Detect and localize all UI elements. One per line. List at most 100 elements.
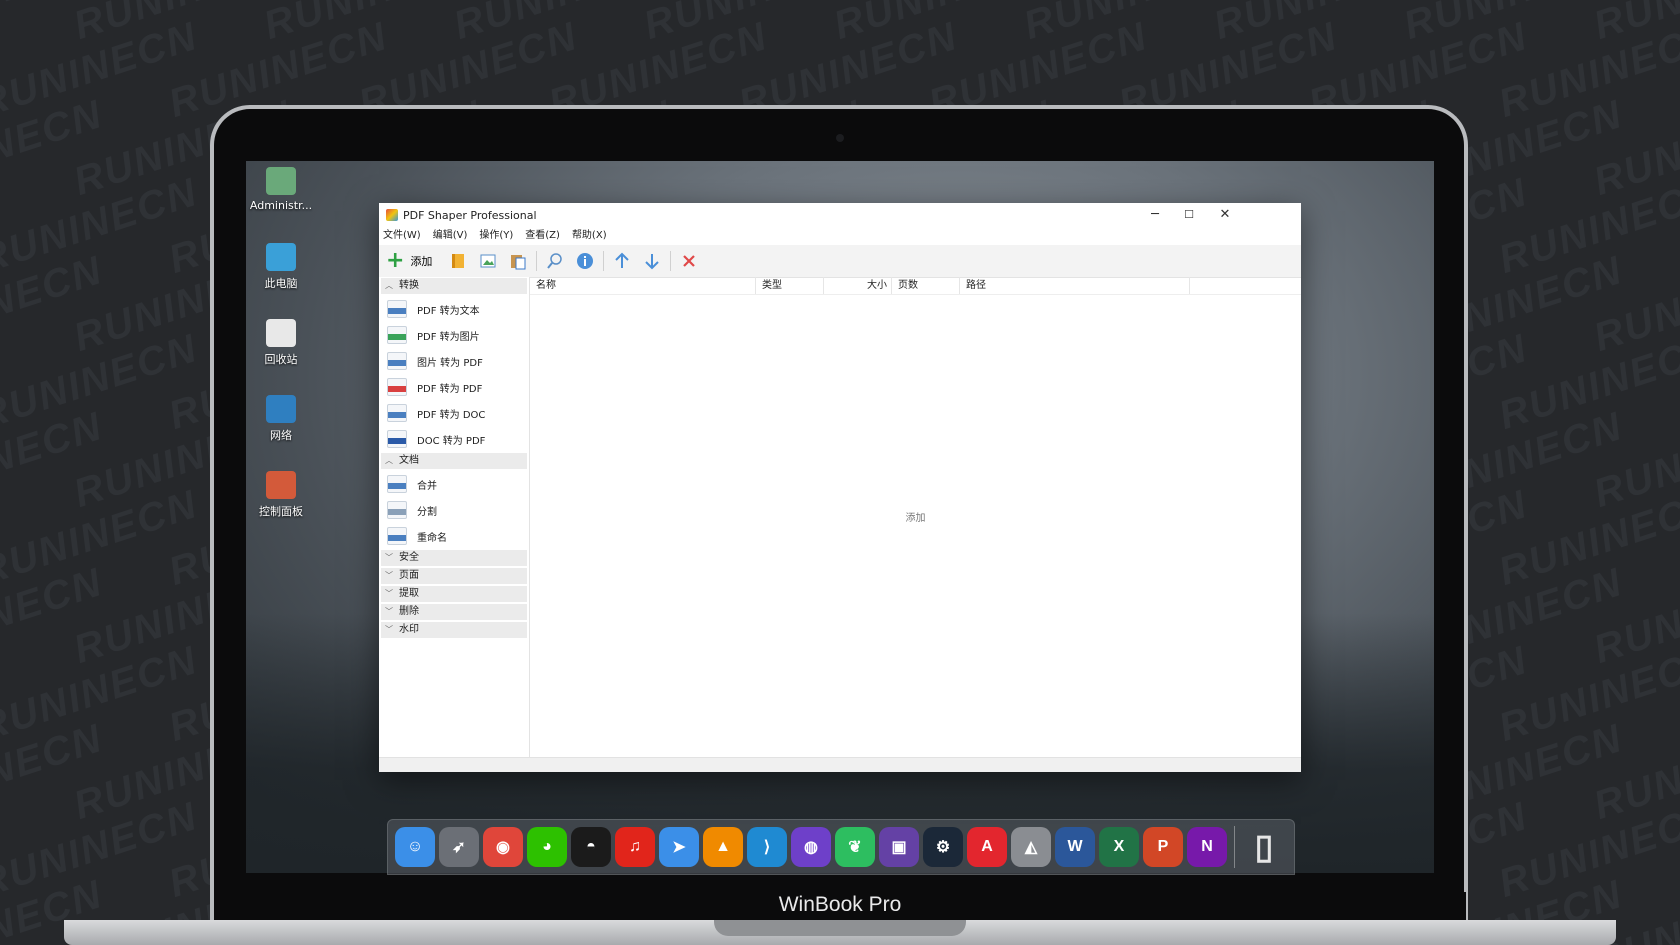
txt-file-icon	[387, 300, 407, 318]
desktop-icon[interactable]: 网络	[246, 395, 316, 443]
laptop-brand: WinBook Pro	[778, 893, 902, 916]
file-list-header: 名称 类型 大小 页数 路径	[530, 277, 1301, 295]
sidebar-group-label: 转换	[399, 280, 419, 291]
sidebar-group-header[interactable]: ﹀ 删除	[381, 604, 527, 620]
sidebar-item-label: PDF 转为 PDF	[417, 383, 483, 395]
delete-icon[interactable]	[677, 249, 701, 273]
sidebar-item[interactable]: PDF 转为 DOC	[379, 400, 529, 426]
arrow-down-icon[interactable]	[640, 249, 664, 273]
column-name[interactable]: 名称	[530, 277, 756, 294]
word-icon[interactable]: W	[1055, 827, 1095, 867]
steam-icon[interactable]: ⚙	[923, 827, 963, 867]
sidebar-group-label: 提取	[399, 588, 419, 599]
sidebar-group-header[interactable]: ︿ 转换	[381, 278, 527, 294]
desktop-icon-label: Administr...	[249, 199, 313, 212]
vlc-icon[interactable]: ▲	[703, 827, 743, 867]
pdf-file-icon	[387, 378, 407, 396]
arrow-up-icon[interactable]	[610, 249, 634, 273]
chevron-down-icon: ﹀	[385, 553, 393, 562]
sidebar-group-label: 水印	[399, 624, 419, 635]
desktop-icon[interactable]: Administr...	[246, 167, 316, 212]
pdf-shaper-window: PDF Shaper Professional ─ ☐ ✕ 文件(W) 编辑(V…	[379, 203, 1301, 772]
info-icon[interactable]	[573, 249, 597, 273]
chevron-down-icon: ﹀	[385, 607, 393, 616]
sidebar-group-label: 页面	[399, 570, 419, 581]
desktop-icon[interactable]: 控制面板	[246, 471, 316, 519]
trash-icon[interactable]: ▯	[1244, 827, 1284, 867]
sidebar-item[interactable]: PDF 转为 PDF	[379, 374, 529, 400]
sidebar-group-header[interactable]: ﹀ 页面	[381, 568, 527, 584]
chrome-icon[interactable]: ◉	[483, 827, 523, 867]
finder-icon[interactable]: ☺	[395, 827, 435, 867]
sidebar-group-header[interactable]: ﹀ 安全	[381, 550, 527, 566]
sidebar-item-label: 重命名	[417, 532, 447, 544]
sidebar-item[interactable]: 合并	[379, 471, 529, 497]
powerpoint-icon[interactable]: P	[1143, 827, 1183, 867]
book-icon[interactable]	[446, 249, 470, 273]
merge-icon	[387, 475, 407, 493]
sidebar-item[interactable]: 图片 转为 PDF	[379, 348, 529, 374]
qq-icon[interactable]: ◓	[571, 827, 611, 867]
sidebar-group-label: 删除	[399, 606, 419, 617]
wechat-icon[interactable]: ◕	[527, 827, 567, 867]
sidebar-group-header[interactable]: ﹀ 提取	[381, 586, 527, 602]
sidebar-group-header[interactable]: ︿ 文档	[381, 453, 527, 469]
doc-file-icon	[387, 404, 407, 422]
add-button[interactable]: + 添加	[386, 248, 432, 273]
twitch-icon[interactable]: ▣	[879, 827, 919, 867]
menu-bar: 文件(W) 编辑(V) 操作(Y) 查看(Z) 帮助(X)	[379, 227, 1301, 245]
launchpad-icon[interactable]: ➶	[439, 827, 479, 867]
chevron-up-icon: ︿	[385, 281, 393, 290]
menu-view[interactable]: 查看(Z)	[525, 227, 566, 245]
minimize-button[interactable]: ─	[1137, 203, 1173, 227]
column-pages[interactable]: 页数	[892, 277, 960, 294]
feishu-icon[interactable]: ➤	[659, 827, 699, 867]
maximize-button[interactable]: ☐	[1171, 203, 1207, 227]
image-file-icon	[387, 352, 407, 370]
sidebar-group-header[interactable]: ﹀ 水印	[381, 622, 527, 638]
excel-icon[interactable]: X	[1099, 827, 1139, 867]
vscode-icon[interactable]: ⟩	[747, 827, 787, 867]
sidebar-item[interactable]: 分割	[379, 497, 529, 523]
sidebar-item-label: PDF 转为图片	[417, 331, 480, 343]
sidebar-item-label: 合并	[417, 480, 437, 492]
onenote-icon[interactable]: N	[1187, 827, 1227, 867]
close-button[interactable]: ✕	[1207, 203, 1243, 227]
menu-help[interactable]: 帮助(X)	[572, 227, 613, 245]
acrobat-icon[interactable]: A	[967, 827, 1007, 867]
desktop-icon[interactable]: 回收站	[246, 319, 316, 367]
evernote-icon[interactable]: ❦	[835, 827, 875, 867]
empty-add-hint[interactable]: 添加	[530, 509, 1301, 524]
sidebar-group-label: 安全	[399, 552, 419, 563]
github-icon[interactable]: ◍	[791, 827, 831, 867]
file-list-panel[interactable]: 名称 类型 大小 页数 路径 添加	[530, 277, 1301, 758]
sidebar-group-label: 文档	[399, 455, 419, 466]
computer-icon	[266, 243, 296, 271]
image-icon[interactable]	[476, 249, 500, 273]
toolbar: + 添加	[379, 245, 1301, 278]
desktop-icon[interactable]: 此电脑	[246, 243, 316, 291]
sidebar-item[interactable]: PDF 转为图片	[379, 322, 529, 348]
sidebar-item[interactable]: 重命名	[379, 523, 529, 549]
plus-icon: +	[386, 248, 405, 273]
column-type[interactable]: 类型	[756, 277, 824, 294]
search-icon[interactable]	[543, 249, 567, 273]
sidebar-item-label: PDF 转为 DOC	[417, 409, 486, 421]
word-file-icon	[387, 430, 407, 448]
sidebar-item[interactable]: DOC 转为 PDF	[379, 426, 529, 452]
rhino-icon[interactable]: ◭	[1011, 827, 1051, 867]
column-path[interactable]: 路径	[960, 277, 1190, 294]
desktop-icon-label: 控制面板	[259, 505, 303, 518]
netease-music-icon[interactable]: ♫	[615, 827, 655, 867]
paste-icon[interactable]	[506, 249, 530, 273]
sidebar-item-label: DOC 转为 PDF	[417, 435, 486, 447]
camera-icon	[836, 134, 844, 142]
menu-action[interactable]: 操作(Y)	[479, 227, 519, 245]
desktop-icon-label: 此电脑	[264, 277, 298, 290]
menu-edit[interactable]: 编辑(V)	[433, 227, 474, 245]
menu-file[interactable]: 文件(W)	[383, 227, 427, 245]
column-size[interactable]: 大小	[824, 277, 892, 294]
toolbar-separator	[536, 251, 538, 271]
toolbar-separator	[603, 251, 605, 271]
sidebar-item[interactable]: PDF 转为文本	[379, 296, 529, 322]
